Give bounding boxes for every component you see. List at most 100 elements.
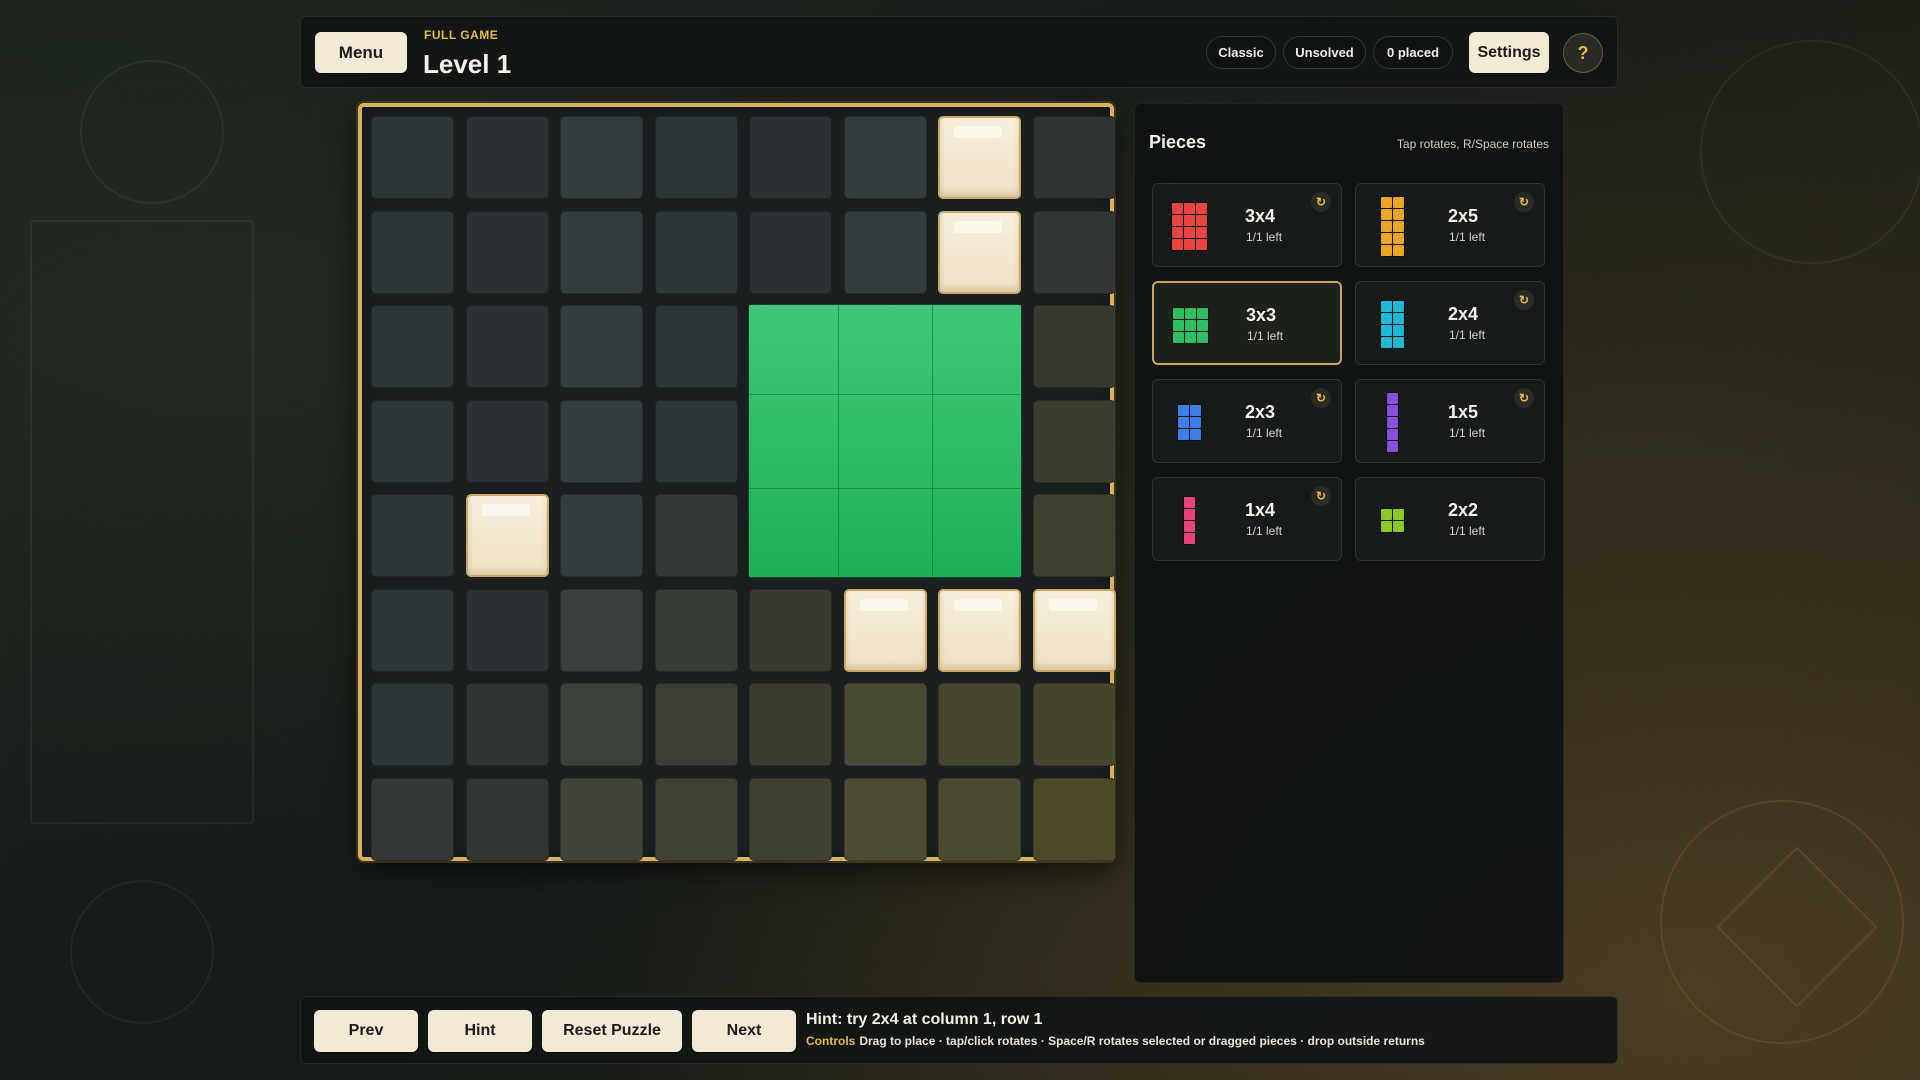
puzzle-board bbox=[358, 103, 1116, 861]
menu-button[interactable]: Menu bbox=[315, 32, 407, 73]
piece-preview-cell bbox=[1386, 404, 1398, 416]
piece-name: 2x3 bbox=[1245, 402, 1276, 422]
blocked-cell bbox=[938, 210, 1021, 294]
board-cell[interactable] bbox=[560, 399, 643, 483]
piece-card-2x4[interactable]: 2x4 1/1 left ↻ bbox=[1355, 281, 1545, 365]
piece-preview-cell bbox=[1177, 428, 1189, 440]
rotate-icon[interactable]: ↻ bbox=[1514, 290, 1534, 310]
piece-card-2x3[interactable]: 2x3 1/1 left ↻ bbox=[1152, 379, 1342, 463]
piece-preview-cell bbox=[1380, 232, 1392, 244]
board-cell[interactable] bbox=[371, 399, 454, 483]
help-button[interactable]: ? bbox=[1563, 33, 1603, 73]
board-cell[interactable] bbox=[749, 588, 832, 672]
board-cell[interactable] bbox=[1032, 305, 1116, 388]
piece-preview-cell bbox=[1189, 416, 1201, 428]
level-title: Level 1 bbox=[423, 49, 512, 79]
board-cell[interactable] bbox=[749, 777, 832, 861]
piece-preview bbox=[1366, 195, 1418, 257]
board-cell[interactable] bbox=[843, 116, 927, 199]
rotate-icon[interactable]: ↻ bbox=[1311, 388, 1331, 408]
board-cell[interactable] bbox=[1032, 116, 1116, 199]
board-cell[interactable] bbox=[465, 399, 549, 483]
blocked-cell bbox=[938, 588, 1021, 672]
board-cell[interactable] bbox=[1032, 683, 1116, 766]
board-cell[interactable] bbox=[654, 210, 738, 294]
piece-preview-cell bbox=[1177, 404, 1189, 416]
piece-preview-cell bbox=[1184, 319, 1196, 331]
settings-button[interactable]: Settings bbox=[1469, 32, 1549, 73]
piece-preview bbox=[1163, 492, 1215, 548]
board-cell[interactable] bbox=[843, 210, 927, 294]
board-cell[interactable] bbox=[371, 777, 454, 861]
pieces-title: Pieces bbox=[1149, 132, 1207, 152]
board-cell[interactable] bbox=[560, 494, 643, 577]
background-ornament bbox=[80, 60, 224, 204]
piece-preview-cell bbox=[1380, 208, 1392, 220]
board-cell[interactable] bbox=[1032, 399, 1116, 483]
piece-preview-cell bbox=[1171, 226, 1183, 238]
piece-preview-cell bbox=[1195, 214, 1207, 226]
piece-card-3x4[interactable]: 3x4 1/1 left ↻ bbox=[1152, 183, 1342, 267]
prev-button[interactable]: Prev bbox=[314, 1010, 418, 1052]
board-cell[interactable] bbox=[749, 210, 832, 294]
board-cell[interactable] bbox=[654, 683, 738, 766]
board-cell[interactable] bbox=[465, 683, 549, 766]
piece-preview bbox=[1366, 296, 1418, 352]
piece-preview-cell bbox=[1177, 416, 1189, 428]
reset-puzzle-button[interactable]: Reset Puzzle bbox=[542, 1010, 682, 1052]
blocked-cell bbox=[1032, 588, 1116, 672]
board-cell[interactable] bbox=[749, 683, 832, 766]
board-cell[interactable] bbox=[654, 777, 738, 861]
rotate-icon[interactable]: ↻ bbox=[1311, 192, 1331, 212]
board-cell[interactable] bbox=[938, 777, 1021, 861]
piece-card-1x4[interactable]: 1x4 1/1 left ↻ bbox=[1152, 477, 1342, 561]
board-cell[interactable] bbox=[465, 588, 549, 672]
piece-card-1x5[interactable]: 1x5 1/1 left ↻ bbox=[1355, 379, 1545, 463]
board-cell[interactable] bbox=[1032, 777, 1116, 861]
rotate-icon[interactable]: ↻ bbox=[1514, 192, 1534, 212]
piece-preview-cell bbox=[1183, 214, 1195, 226]
board-grid[interactable] bbox=[366, 111, 1116, 861]
board-cell[interactable] bbox=[560, 116, 643, 199]
board-cell[interactable] bbox=[654, 305, 738, 388]
board-cell[interactable] bbox=[654, 494, 738, 577]
board-cell[interactable] bbox=[654, 399, 738, 483]
board-cell[interactable] bbox=[560, 305, 643, 388]
board-cell[interactable] bbox=[371, 210, 454, 294]
board-cell[interactable] bbox=[465, 116, 549, 199]
next-button[interactable]: Next bbox=[692, 1010, 796, 1052]
rotate-icon[interactable]: ↻ bbox=[1514, 388, 1534, 408]
piece-card-2x5[interactable]: 2x5 1/1 left ↻ bbox=[1355, 183, 1545, 267]
board-cell[interactable] bbox=[1032, 210, 1116, 294]
hint-button[interactable]: Hint bbox=[428, 1010, 532, 1052]
board-cell[interactable] bbox=[465, 777, 549, 861]
controls-text: Drag to place · tap/click rotates · Spac… bbox=[859, 1034, 1425, 1048]
piece-count: 1/1 left bbox=[1449, 426, 1486, 440]
board-cell[interactable] bbox=[371, 683, 454, 766]
board-cell[interactable] bbox=[560, 683, 643, 766]
board-cell[interactable] bbox=[560, 777, 643, 861]
piece-card-3x3[interactable]: 3x3 1/1 left bbox=[1152, 281, 1342, 365]
board-cell[interactable] bbox=[654, 588, 738, 672]
board-cell[interactable] bbox=[465, 210, 549, 294]
board-cell[interactable] bbox=[371, 305, 454, 388]
board-cell[interactable] bbox=[654, 116, 738, 199]
piece-count: 1/1 left bbox=[1449, 328, 1486, 342]
board-cell[interactable] bbox=[371, 588, 454, 672]
board-cell[interactable] bbox=[1032, 494, 1116, 577]
piece-preview-cell bbox=[1183, 520, 1195, 532]
board-cell[interactable] bbox=[465, 305, 549, 388]
board-cell[interactable] bbox=[371, 116, 454, 199]
piece-card-2x2[interactable]: 2x2 1/1 left bbox=[1355, 477, 1545, 561]
board-cell[interactable] bbox=[843, 777, 927, 861]
board-cell[interactable] bbox=[560, 588, 643, 672]
board-cell[interactable] bbox=[938, 683, 1021, 766]
board-cell[interactable] bbox=[371, 494, 454, 577]
board-cell[interactable] bbox=[560, 210, 643, 294]
controls-label: Controls bbox=[806, 1034, 856, 1048]
board-cell[interactable] bbox=[843, 683, 927, 766]
piece-preview bbox=[1163, 394, 1215, 450]
placed-piece-3x3[interactable] bbox=[749, 305, 1021, 577]
rotate-icon[interactable]: ↻ bbox=[1311, 486, 1331, 506]
board-cell[interactable] bbox=[749, 116, 832, 199]
